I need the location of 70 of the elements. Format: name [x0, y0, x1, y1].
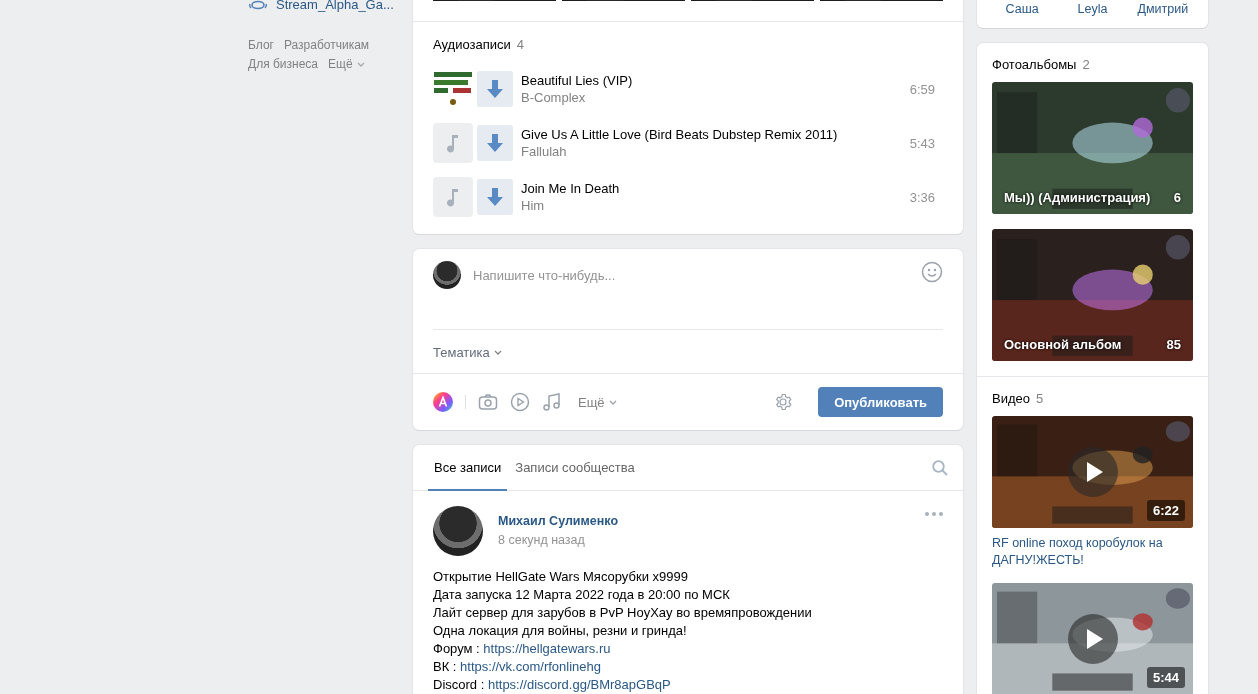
section-count: 4 [516, 37, 524, 52]
download-button[interactable] [477, 71, 513, 107]
post-text: Дата запуска 12 Марта 2022 года в 20:00 по МСК [433, 586, 731, 604]
section-title: Видео [992, 391, 1030, 406]
album-title: Основной альбом [1004, 337, 1122, 352]
smile-icon[interactable] [921, 261, 943, 283]
video-duration: 6:22 [1146, 500, 1185, 521]
topic-dropdown[interactable]: Тематика [413, 330, 522, 373]
avatar [433, 261, 461, 289]
track-title[interactable]: Join Me In Death [521, 181, 906, 196]
track-duration: 6:59 [909, 81, 936, 97]
publish-button[interactable]: Опубликовать [818, 387, 943, 417]
post-text: Лайт сервер для зарубов в PvP HoyXay во времяпровождении [433, 604, 813, 622]
track-artist[interactable]: Fallulah [521, 144, 906, 159]
friend-name[interactable]: Дмитрий [1127, 2, 1198, 16]
author-name[interactable]: Михаил Сулименко [498, 514, 910, 528]
friend-name[interactable]: Саша [987, 2, 1058, 16]
friend-name[interactable]: Leyla [1057, 2, 1128, 16]
section-count: 2 [1082, 57, 1090, 72]
video-title[interactable]: RF online поход коробулок на ДАГНУ!ЖЕСТЬ! [992, 535, 1193, 569]
download-button[interactable] [477, 125, 513, 161]
more-button[interactable]: Ещё [578, 394, 617, 410]
track-title[interactable]: Give Us A Little Love (Bird Beats Dubstep Remix 2011) [521, 127, 906, 142]
post-text: Discord : [433, 677, 485, 692]
chevron-icon [608, 399, 617, 405]
music-note-icon [446, 133, 460, 153]
album-title: Мы)) (Администрация) [1004, 190, 1151, 205]
track-title[interactable]: Beautiful Lies (VIP) [521, 73, 906, 88]
wall-tab[interactable]: Записи сообщества [509, 445, 641, 491]
search-icon[interactable] [932, 459, 948, 476]
settings-icon[interactable] [774, 393, 793, 411]
video-duration: 5:44 [1146, 667, 1185, 688]
music-icon[interactable] [542, 392, 562, 412]
album-count: 6 [1173, 190, 1181, 205]
track-artist[interactable]: Him [521, 198, 906, 213]
group-icon [248, 0, 268, 11]
arrow-down-icon [487, 80, 503, 98]
post-text: Форум : [433, 641, 480, 656]
download-button[interactable] [477, 179, 513, 215]
play-icon[interactable] [510, 392, 530, 412]
post-link[interactable]: https://hellgatewars.ru [483, 641, 611, 656]
play-icon [1067, 614, 1118, 664]
post-text: ВК : [433, 659, 457, 674]
text-color-icon[interactable] [433, 392, 453, 412]
album-count: 85 [1166, 337, 1181, 352]
track-artist[interactable]: B-Complex [521, 90, 906, 105]
more-icon[interactable] [925, 512, 943, 516]
chevron-icon [356, 61, 365, 67]
play-icon [1067, 447, 1118, 497]
album-card[interactable]: Мы)) (Администрация) 6 [992, 82, 1193, 214]
track-duration: 5:43 [909, 135, 936, 151]
post-text: Одна локация для войны, резни и гринда! [433, 622, 688, 640]
post-link[interactable]: https://discord.gg/BMr8apGBqP [487, 677, 671, 692]
chevron-icon [493, 350, 502, 355]
post-link[interactable]: https://vk.com/rfonlinehg [460, 659, 601, 674]
wall-tab[interactable]: Все записи [428, 445, 508, 491]
album-card[interactable]: Основной альбом 85 [992, 229, 1193, 361]
music-note-icon [446, 187, 460, 207]
arrow-down-icon [487, 134, 503, 152]
video-card[interactable]: 6:22 [992, 416, 1193, 528]
post-text: Открытие HellGate Wars Мясорубки x9999 [433, 568, 689, 586]
camera-icon[interactable] [478, 393, 498, 411]
section-count: 5 [1036, 391, 1044, 406]
section-title: Фотоальбомы [992, 57, 1077, 72]
video-card[interactable]: 5:44 [992, 583, 1193, 694]
track-duration: 3:36 [909, 189, 936, 205]
group-item[interactable]: Stream_Alpha_Ga... [248, 0, 399, 16]
avatar [433, 506, 483, 556]
arrow-down-icon [487, 188, 503, 206]
section-title: Аудиозаписи [433, 37, 511, 52]
